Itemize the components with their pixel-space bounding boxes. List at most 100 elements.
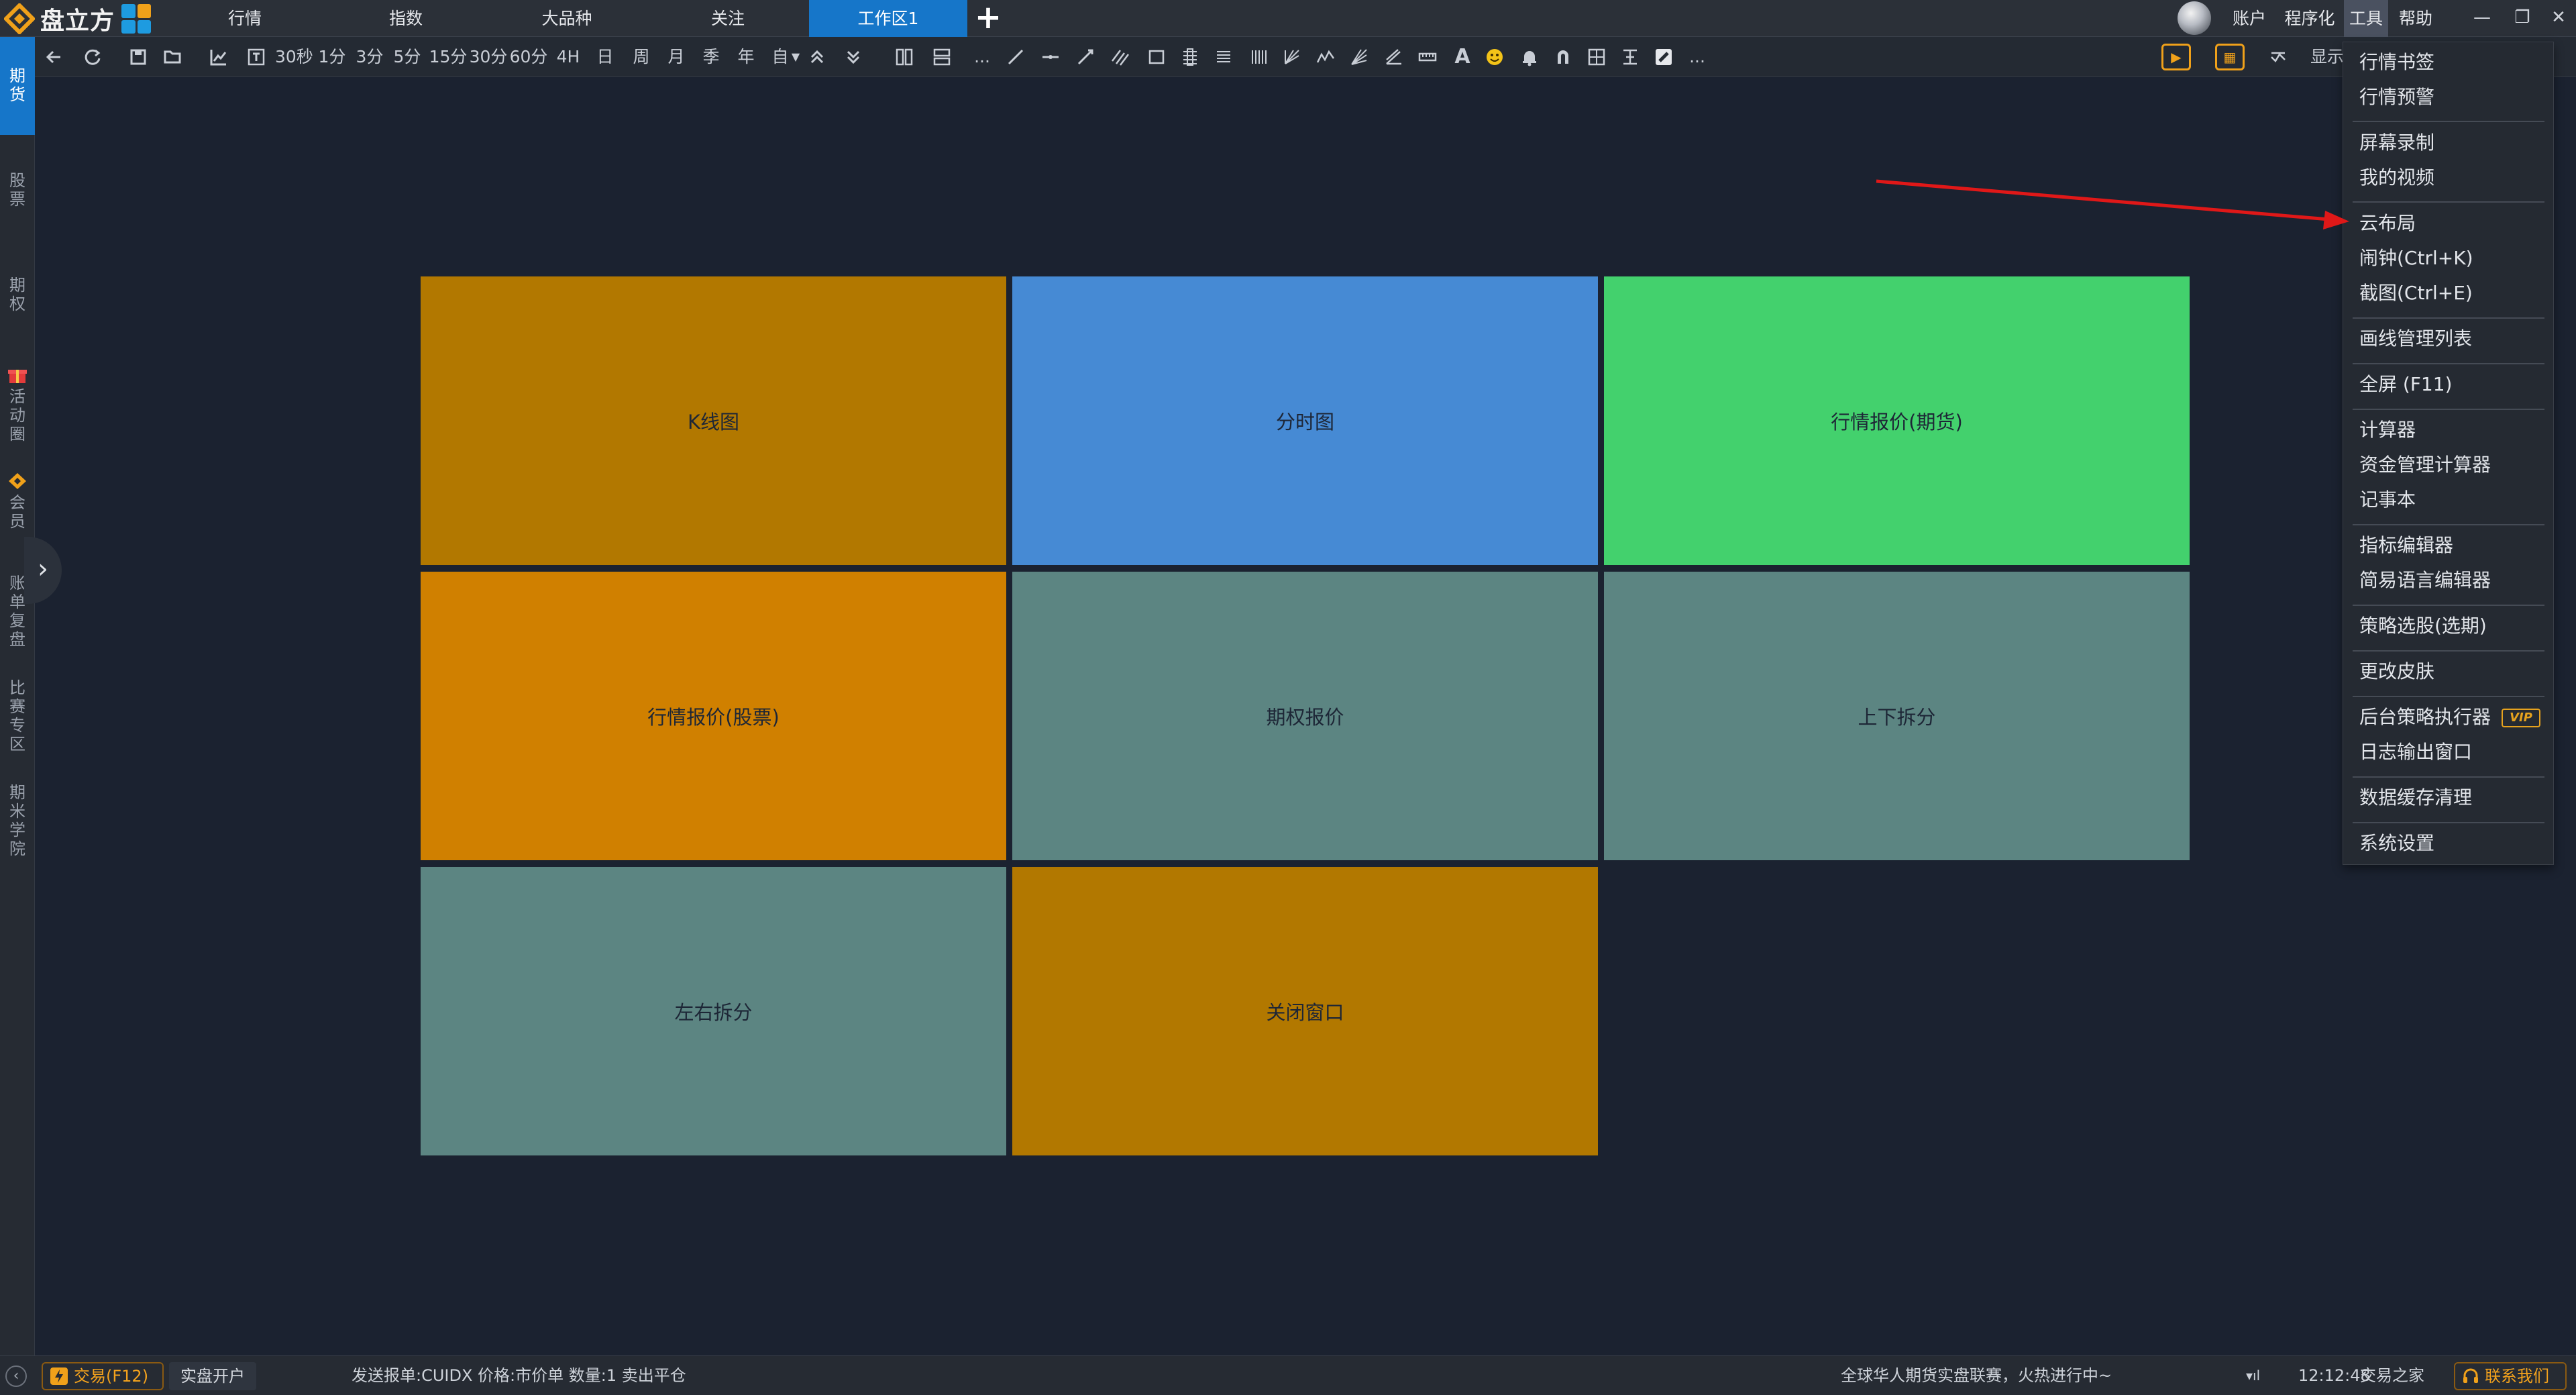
sidebar-item-options[interactable]: 期权 — [0, 276, 35, 350]
period-5m[interactable]: 5分 — [392, 37, 423, 77]
double-chevron-up-icon[interactable] — [806, 46, 828, 68]
period-30s[interactable]: 30秒 — [275, 37, 313, 77]
menu-item-fullscreen[interactable]: 全屏 (F11) — [2359, 371, 2452, 398]
period-week[interactable]: 周 — [628, 37, 655, 77]
menu-tab-major-varieties[interactable]: 大品种 — [523, 0, 610, 37]
period-day[interactable]: 日 — [592, 37, 619, 77]
menu-item-cloud-layout[interactable]: 云布局 — [2359, 210, 2416, 237]
open-folder-icon[interactable] — [162, 46, 184, 68]
menu-item-alarm[interactable]: 闹钟(Ctrl+K) — [2359, 245, 2473, 272]
rectangle-tool-icon[interactable] — [1146, 46, 1167, 68]
menu-programmatic[interactable]: 程序化 — [2279, 0, 2340, 37]
tile-kline[interactable]: K线图 — [421, 276, 1006, 565]
tile-option-quotes[interactable]: 期权报价 — [1012, 572, 1598, 860]
menu-item-log-output[interactable]: 日志输出窗口 — [2359, 739, 2472, 766]
align-tool-icon[interactable] — [1619, 46, 1641, 68]
split-rows-icon[interactable] — [931, 46, 953, 68]
magnet-icon[interactable] — [1552, 46, 1574, 68]
tile-stock-quotes[interactable]: 行情报价(股票) — [421, 572, 1006, 860]
wave-line-icon[interactable] — [1315, 46, 1336, 68]
menu-item-calculator[interactable]: 计算器 — [2359, 417, 2416, 444]
menu-item-my-videos[interactable]: 我的视频 — [2359, 164, 2434, 191]
menu-item-screen-record[interactable]: 屏幕录制 — [2359, 130, 2434, 156]
eraser-icon[interactable] — [1653, 46, 1674, 68]
menu-account[interactable]: 账户 — [2226, 0, 2273, 37]
period-year[interactable]: 年 — [733, 37, 759, 77]
menu-item-indicator-editor[interactable]: 指标编辑器 — [2359, 532, 2453, 559]
trade-button[interactable]: 交易(F12) — [42, 1362, 164, 1390]
toolbar-more-2[interactable]: ... — [1685, 37, 1709, 77]
chart-type-icon[interactable] — [208, 46, 229, 68]
tile-split-horizontal[interactable]: 左右拆分 — [421, 867, 1006, 1155]
calendar-icon[interactable]: ▦ — [2215, 44, 2245, 70]
sidebar-item-activity[interactable]: 活动圈 — [0, 366, 35, 480]
menu-tools[interactable]: 工具 — [2344, 0, 2388, 37]
text-lines-icon[interactable] — [1213, 46, 1234, 68]
grid-layout-icon[interactable] — [1586, 46, 1607, 68]
back-arrow-icon[interactable] — [43, 46, 64, 68]
period-lines-icon[interactable] — [1248, 46, 1269, 68]
open-account-button[interactable]: 实盘开户 — [169, 1362, 256, 1390]
gann-fan-icon[interactable] — [1281, 46, 1303, 68]
horizontal-line-icon[interactable] — [1040, 46, 1061, 68]
sidebar-item-competition[interactable]: 比赛专区 — [0, 678, 35, 799]
speed-lines-icon[interactable] — [1348, 46, 1370, 68]
parallel-lines-icon[interactable] — [1110, 46, 1131, 68]
ruler-icon[interactable] — [1417, 46, 1438, 68]
period-month[interactable]: 月 — [663, 37, 690, 77]
replay-video-icon[interactable]: ▶ — [2161, 44, 2191, 70]
save-icon[interactable] — [127, 46, 149, 68]
settings-wave-icon[interactable] — [2267, 46, 2289, 68]
period-60m[interactable]: 60分 — [508, 37, 549, 77]
menu-item-screenshot[interactable]: 截图(Ctrl+E) — [2359, 280, 2473, 307]
sidebar-item-futures[interactable]: 期货 — [0, 37, 35, 135]
menu-tab-index[interactable]: 指数 — [369, 0, 443, 37]
fibonacci-icon[interactable] — [1179, 46, 1201, 68]
menu-item-strategy-executor[interactable]: 后台策略执行器 VIP — [2359, 704, 2541, 731]
menu-tab-quotes[interactable]: 行情 — [208, 0, 282, 37]
text-frame-icon[interactable] — [246, 46, 267, 68]
emoji-icon[interactable] — [1484, 46, 1505, 68]
avatar[interactable] — [2178, 1, 2211, 35]
refresh-icon[interactable] — [82, 46, 103, 68]
chevron-right-icon[interactable]: › — [24, 537, 62, 604]
ray-line-icon[interactable] — [1075, 46, 1096, 68]
menu-item-simple-language-editor[interactable]: 简易语言编辑器 — [2359, 567, 2491, 594]
close-icon[interactable]: ✕ — [2542, 1, 2575, 34]
menu-item-quote-bookmarks[interactable]: 行情书签 — [2359, 49, 2434, 76]
bell-alert-icon[interactable] — [1519, 46, 1540, 68]
double-chevron-down-icon[interactable] — [843, 46, 864, 68]
tile-futures-quotes[interactable]: 行情报价(期货) — [1604, 276, 2190, 565]
period-30m[interactable]: 30分 — [468, 37, 508, 77]
menu-item-money-calculator[interactable]: 资金管理计算器 — [2359, 452, 2491, 478]
sidebar-item-academy[interactable]: 期米学院 — [0, 783, 35, 904]
minimize-icon[interactable]: — — [2466, 1, 2498, 34]
menu-item-cache-cleanup[interactable]: 数据缓存清理 — [2359, 784, 2472, 811]
sidebar-item-stocks[interactable]: 股票 — [0, 171, 35, 245]
split-columns-icon[interactable] — [894, 46, 915, 68]
period-custom-dropdown-icon[interactable]: ▼ — [790, 37, 801, 77]
news-ticker[interactable]: 全球华人期货实盘联赛，火热进行中~ — [1841, 1356, 2112, 1395]
line-tool-icon[interactable] — [1005, 46, 1026, 68]
restore-icon[interactable]: ❐ — [2506, 1, 2538, 34]
menu-item-system-settings[interactable]: 系统设置 — [2359, 830, 2434, 857]
menu-tab-watchlist[interactable]: 关注 — [691, 0, 765, 37]
period-custom[interactable]: 自 — [769, 37, 792, 77]
period-4h[interactable]: 4H — [553, 37, 584, 77]
menu-help[interactable]: 帮助 — [2392, 0, 2439, 37]
contact-us-button[interactable]: 联系我们 — [2454, 1362, 2567, 1390]
menu-item-drawing-list[interactable]: 画线管理列表 — [2359, 325, 2472, 352]
tile-close-window[interactable]: 关闭窗口 — [1012, 867, 1598, 1155]
toolbar-more-1[interactable]: ... — [970, 37, 994, 77]
tile-split-vertical[interactable]: 上下拆分 — [1604, 572, 2190, 860]
menu-tab-workspace1[interactable]: 工作区1 — [809, 0, 967, 37]
chevron-left-icon[interactable]: ‹ — [5, 1365, 27, 1387]
period-1m[interactable]: 1分 — [317, 37, 347, 77]
trade-home-link[interactable]: 交易之家 — [2360, 1356, 2424, 1395]
period-15m[interactable]: 15分 — [428, 37, 468, 77]
plus-icon[interactable]: + — [973, 1, 1004, 34]
text-tool-icon[interactable]: A — [1450, 37, 1474, 77]
menu-item-strategy-screener[interactable]: 策略选股(选期) — [2359, 613, 2487, 639]
period-3m[interactable]: 3分 — [354, 37, 385, 77]
menu-item-notepad[interactable]: 记事本 — [2359, 486, 2416, 513]
